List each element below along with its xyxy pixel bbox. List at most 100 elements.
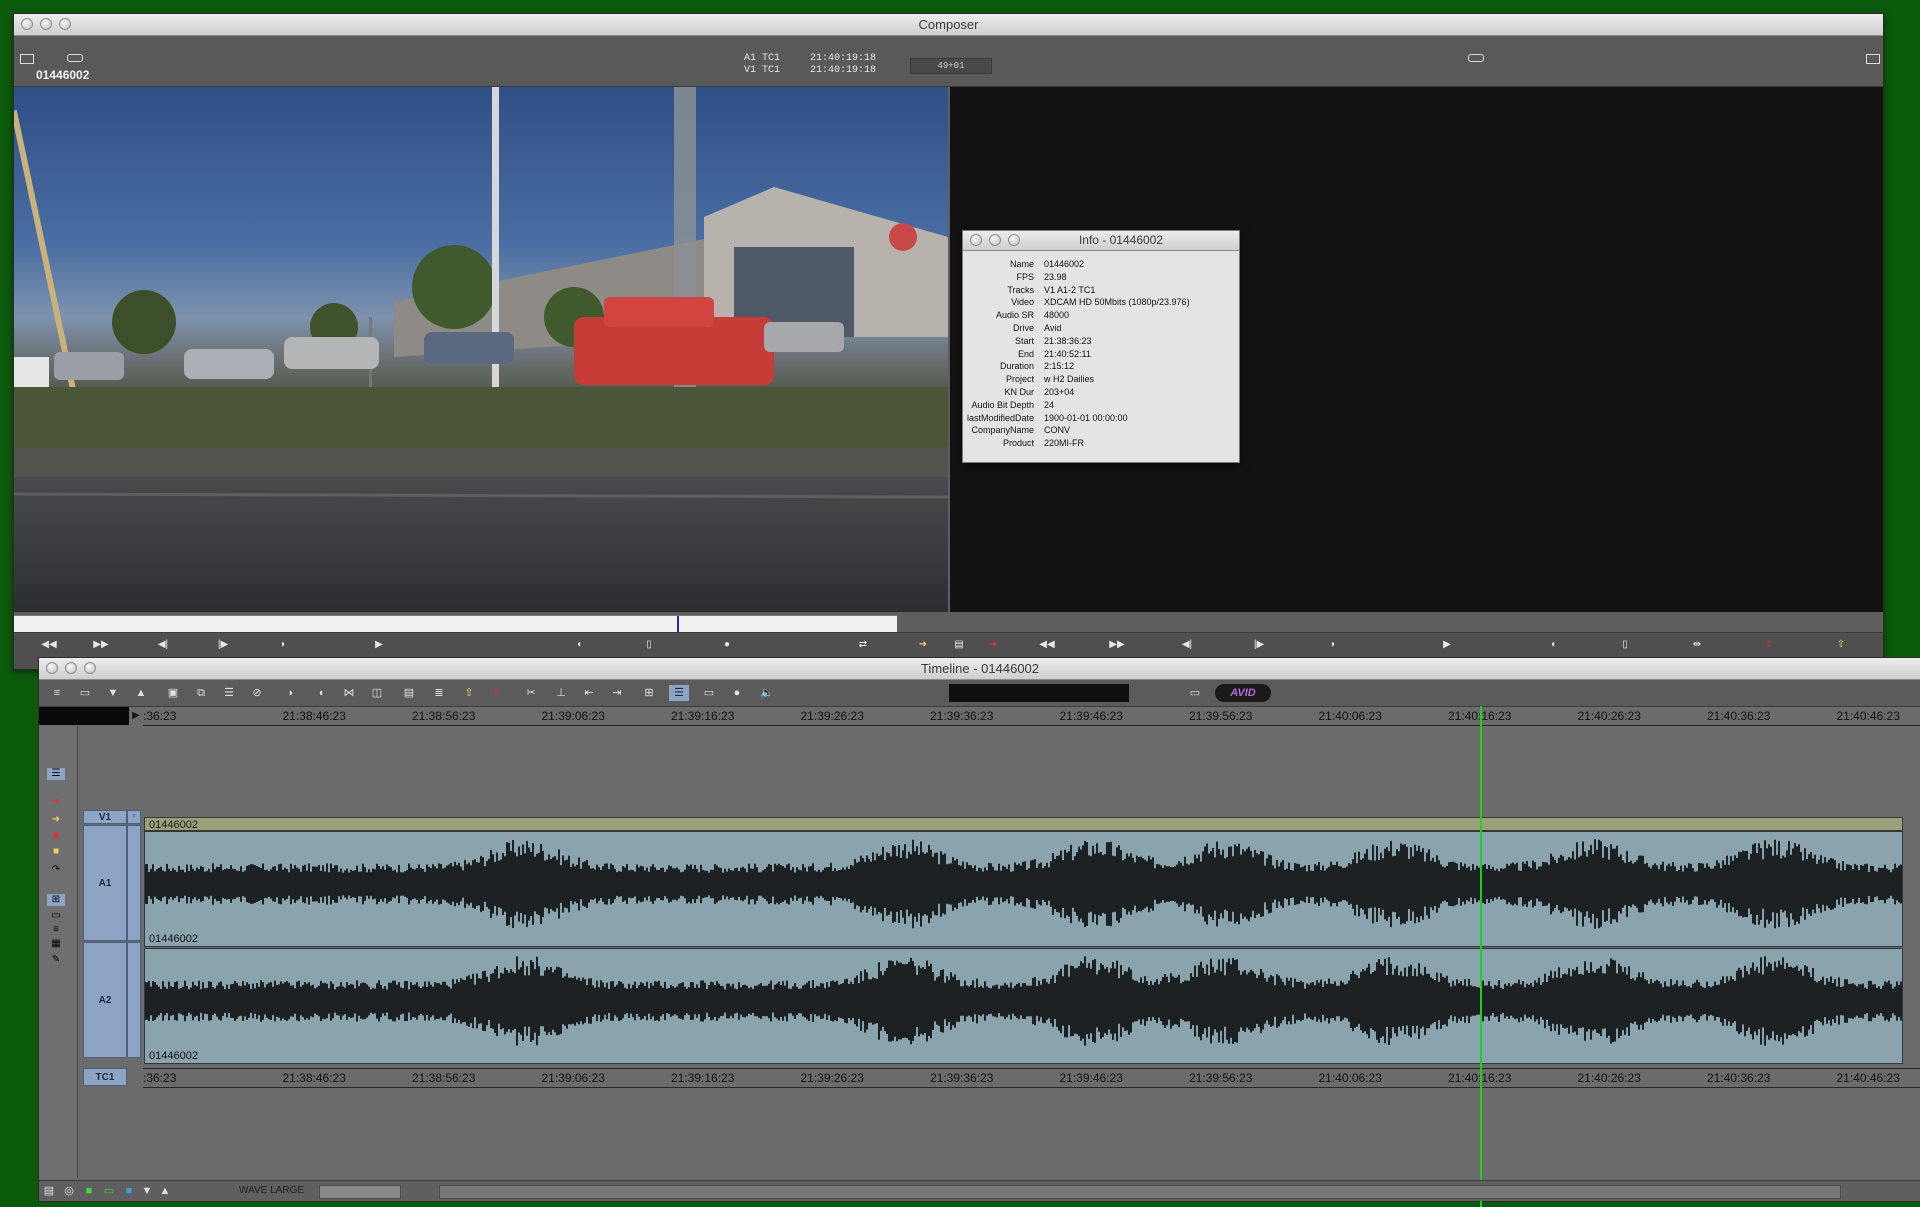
trim-icon[interactable]: ✂ [521, 685, 541, 701]
close-icon[interactable] [46, 662, 58, 674]
monitor-icon[interactable]: ▫ [127, 810, 141, 824]
minimize-icon[interactable] [989, 234, 1001, 246]
segment-mode-icon[interactable]: ⊞ [47, 894, 65, 906]
fast-forward-icon-record[interactable]: ▶▶ [1104, 638, 1130, 652]
overwrite-icon[interactable]: ➜ [47, 796, 65, 808]
solo-mute-a2[interactable] [127, 942, 141, 1058]
mark-in-icon-record[interactable]: ◖ [1540, 638, 1566, 652]
mark-clip-icon[interactable]: ◫ [367, 685, 387, 701]
position-bar[interactable] [14, 615, 897, 632]
timeline-menu-icon[interactable]: ☰ [47, 768, 65, 780]
extract-icon[interactable]: ■ [47, 830, 65, 842]
close-icon[interactable] [970, 234, 982, 246]
marker-color-icon[interactable]: ■ [119, 1183, 139, 1199]
step-back-icon[interactable]: ◀| [150, 638, 176, 652]
minimize-icon[interactable] [65, 662, 77, 674]
source-mode-icon[interactable]: ▭ [47, 910, 65, 922]
extract-icon[interactable]: ⇧ [487, 685, 507, 701]
timecode-ruler-bottom[interactable]: :36:23 21:38:46:23 21:38:56:23 21:39:06:23 2… [143, 1068, 1920, 1088]
window-menu-icon[interactable]: ▭ [75, 685, 95, 701]
zoom-slider[interactable] [319, 1185, 401, 1199]
lift-icon[interactable]: ⇄ [850, 638, 876, 652]
menu-icon[interactable] [20, 54, 34, 64]
zoom-icon[interactable] [59, 18, 71, 30]
track-height-label[interactable]: WAVE LARGE [239, 1185, 304, 1196]
segment-icon[interactable]: ▣ [163, 685, 183, 701]
mark-out-icon[interactable]: ◗ [281, 685, 301, 701]
solo-mute-a1[interactable] [127, 825, 141, 941]
link-icon-right[interactable] [1468, 54, 1484, 62]
grid-icon[interactable]: ▦ [47, 938, 65, 950]
match-frame-icon[interactable]: ▤ [399, 685, 419, 701]
mark-out-icon[interactable]: ◗ [270, 638, 296, 652]
track-selector-a1[interactable]: A1 [83, 825, 127, 941]
a2-clip[interactable]: 01446002 [144, 948, 1903, 1064]
audio-track-color-icon[interactable]: ▭ [99, 1183, 119, 1199]
trim-icon[interactable]: ⇹ [1684, 638, 1710, 652]
mark-out-icon-record[interactable]: ◗ [1320, 638, 1346, 652]
source-monitor[interactable] [14, 87, 948, 612]
a1-clip[interactable]: 01446002 [144, 831, 1903, 947]
zoom-icon[interactable] [1008, 234, 1020, 246]
play-icon[interactable]: ▶ [366, 638, 392, 652]
step-forward-icon-record[interactable]: |▶ [1246, 638, 1272, 652]
chevron-up-icon[interactable]: ▲ [131, 685, 151, 701]
slide-icon[interactable]: ⇥ [607, 685, 627, 701]
timecode-display[interactable]: A1 TC1 21:40:19:18 V1 TC1 21:40:19:18 [744, 53, 876, 77]
extract-icon[interactable]: ⇧ [1756, 638, 1782, 652]
split-icon[interactable]: ☰ [219, 685, 239, 701]
timeline-view-icon[interactable]: ☰ [669, 685, 689, 701]
video-track-color-icon[interactable]: ■ [79, 1183, 99, 1199]
chevron-up-icon[interactable]: ▲ [155, 1183, 175, 1199]
clear-marks-icon[interactable]: ▯ [636, 638, 662, 652]
overwrite-icon[interactable]: ➜ [980, 638, 1006, 652]
source-icon[interactable]: ⧉ [191, 685, 211, 701]
link-icon[interactable] [67, 54, 83, 62]
menu-icon-right[interactable] [1866, 54, 1880, 64]
horizontal-scrollbar[interactable] [439, 1185, 1841, 1199]
mono-icon[interactable]: ▭ [1185, 685, 1205, 701]
position-indicator[interactable] [1480, 706, 1482, 1207]
play-icon[interactable]: ▶ [129, 707, 143, 725]
composer-titlebar[interactable]: Composer [14, 14, 1883, 36]
mark-in-icon[interactable]: ◖ [566, 638, 592, 652]
pencil-icon[interactable]: ✎ [47, 954, 65, 966]
timeline-titlebar[interactable]: Timeline - 01446002 [39, 658, 1920, 680]
clear-marks-icon[interactable]: ⋈ [339, 685, 359, 701]
close-icon[interactable] [21, 18, 33, 30]
step-back-icon-record[interactable]: ◀| [1174, 638, 1200, 652]
track-selector-v1[interactable]: V1 [83, 810, 127, 824]
settings-icon[interactable]: ≡ [47, 924, 65, 936]
lift-icon[interactable]: ⇧ [459, 685, 479, 701]
marker-icon[interactable]: ● [727, 685, 747, 701]
chevron-down-icon[interactable]: ▼ [103, 685, 123, 701]
no-entry-icon[interactable]: ⊘ [247, 685, 267, 701]
target-icon[interactable]: ◎ [59, 1183, 79, 1199]
quick-transition-icon[interactable]: ▭ [699, 685, 719, 701]
slip-icon[interactable]: ⇤ [579, 685, 599, 701]
info-titlebar[interactable]: Info - 01446002 [963, 231, 1239, 251]
timeline-tc-display[interactable] [39, 707, 129, 725]
zoom-icon[interactable] [84, 662, 96, 674]
minimize-icon[interactable] [40, 18, 52, 30]
trim-icon[interactable]: ↷ [47, 864, 65, 876]
footage-counter[interactable]: 49+01 [910, 58, 992, 74]
fast-forward-icon[interactable]: ▶▶ [88, 638, 114, 652]
settings-icon[interactable]: ≡ [47, 685, 67, 701]
mark-clip-icon[interactable]: ● [714, 638, 740, 652]
chevron-down-icon[interactable]: ▼ [137, 1183, 157, 1199]
v1-clip[interactable]: 01446002 [144, 817, 1903, 831]
step-forward-icon[interactable]: |▶ [210, 638, 236, 652]
speaker-icon[interactable]: 🔈 [757, 685, 777, 701]
rewind-icon[interactable]: ◀◀ [36, 638, 62, 652]
clear-marks-icon-record[interactable]: ▯ [1612, 638, 1638, 652]
segment-lift-icon[interactable]: ⊥ [551, 685, 571, 701]
rewind-icon-record[interactable]: ◀◀ [1034, 638, 1060, 652]
lift-icon[interactable]: ■ [47, 846, 65, 858]
track-selector-a2[interactable]: A2 [83, 942, 127, 1058]
splice-icon[interactable]: ➜ [47, 814, 65, 826]
play-icon-record[interactable]: ▶ [1434, 638, 1460, 652]
lift-icon-record[interactable]: ⇧ [1828, 638, 1854, 652]
mark-in-icon[interactable]: ◖ [311, 685, 331, 701]
timecode-ruler-top[interactable]: :36:23 21:38:46:23 21:38:56:23 21:39:06:23 2… [143, 707, 1920, 726]
